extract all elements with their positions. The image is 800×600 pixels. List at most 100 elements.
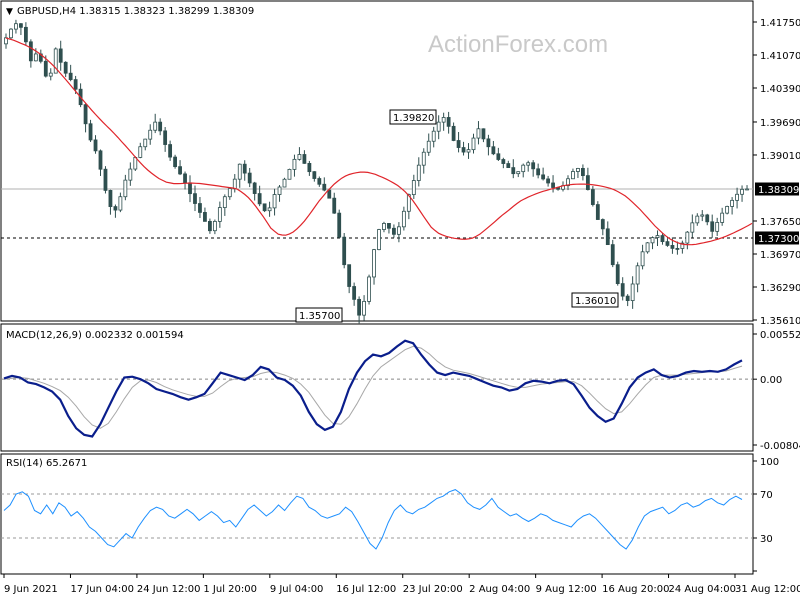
candle-body <box>411 180 416 196</box>
level-tag: 1.37300 <box>755 231 799 245</box>
candle-body <box>14 23 18 30</box>
candle-body <box>242 163 247 174</box>
annotation-low-1-label: 1.35700 <box>299 311 340 322</box>
candle-body <box>735 193 739 201</box>
x-tick-label: 2 Aug 04:00 <box>469 584 530 595</box>
candle-body <box>103 168 108 191</box>
time-x-axis: 9 Jun 2021 17 Jun 04:00 24 Jun 12:00 1 Jul … <box>3 574 800 595</box>
annotation-low-2-label: 1.36010 <box>575 296 616 307</box>
candle-body <box>173 156 177 168</box>
candle-body <box>257 193 262 205</box>
candle-body <box>123 179 128 198</box>
candle-body <box>585 175 590 191</box>
candle-body <box>337 212 342 238</box>
annotation-high-label: 1.39820 <box>393 113 434 124</box>
macd-panel-title: MACD(12,26,9) 0.002332 0.001594 <box>6 330 184 341</box>
x-tick-label: 16 Jul 12:00 <box>336 584 396 595</box>
price-panel-title: GBPUSD,H4 1.38315 1.38323 1.38299 1.3830… <box>17 6 254 17</box>
candle-body <box>551 182 555 188</box>
candle-body <box>476 128 481 139</box>
candle-body <box>128 168 133 181</box>
candle-body <box>436 121 441 132</box>
candle-body <box>357 298 362 316</box>
price-y-axis: 1.41750 1.41070 1.40390 1.39690 1.39010 1.376… <box>753 18 800 327</box>
x-tick-label: 9 Jun 2021 <box>4 584 58 595</box>
candle-body <box>168 144 173 158</box>
rsi-tick-label: 100 <box>760 457 779 468</box>
current-price-tag: 1.38309 <box>755 182 799 196</box>
candle-body <box>635 265 640 285</box>
annotation-low-1: 1.35700 <box>295 307 343 323</box>
candle-body <box>312 171 317 179</box>
candle-body <box>571 171 575 180</box>
x-tick-label: 23 Jul 20:00 <box>403 584 463 595</box>
x-tick-label: 31 Aug 12:00 <box>735 584 800 595</box>
candle-body <box>63 61 68 74</box>
candle-body <box>178 166 182 175</box>
candle-body <box>387 223 391 229</box>
candle-body <box>362 300 366 316</box>
candle-body <box>203 212 207 222</box>
chart-root: ActionForex.com ▼ GBPUSD,H4 1.38315 1.38… <box>0 0 800 595</box>
candle-body <box>302 154 307 164</box>
candle-body <box>252 182 257 194</box>
candle-body <box>401 210 406 228</box>
candle-body <box>715 222 720 232</box>
candle-body <box>88 123 93 141</box>
candle-body <box>595 204 600 220</box>
candle-body <box>605 228 610 246</box>
candle-body <box>272 194 277 209</box>
candle-body <box>23 26 28 43</box>
candle-body <box>690 222 695 233</box>
candle-body <box>526 162 531 166</box>
candle-body <box>461 147 466 153</box>
watermark-text: ActionForex.com <box>428 31 608 58</box>
x-tick-label: 9 Aug 12:00 <box>536 584 597 595</box>
candle-body <box>536 168 541 176</box>
level-tag-label: 1.37300 <box>758 234 799 245</box>
rsi-tick-label: 70 <box>760 490 773 501</box>
candle-body <box>456 140 461 148</box>
macd-tick-label: -0.00804 <box>760 441 800 452</box>
candle-body <box>183 173 187 184</box>
candle-body <box>372 249 376 278</box>
price-tick-label: 1.37650 <box>760 217 800 228</box>
candle-body <box>705 214 710 223</box>
macd-y-axis: 0.00552 0.00 -0.00804 <box>753 330 800 452</box>
candle-body <box>93 139 98 152</box>
rsi-tick-label: 30 <box>760 534 773 545</box>
candle-body <box>342 236 347 266</box>
candle-body <box>581 168 585 177</box>
candle-body <box>645 242 650 253</box>
candle-body <box>665 241 670 246</box>
candle-body <box>466 149 471 153</box>
candle-body <box>9 28 13 39</box>
candle-body <box>277 186 282 195</box>
candle-body <box>292 158 297 170</box>
candle-body <box>118 196 123 211</box>
candle-body <box>426 140 431 153</box>
candle-body <box>208 220 212 232</box>
candle-body <box>590 189 595 205</box>
title-dropdown-icon[interactable]: ▼ <box>6 7 13 17</box>
candle-body <box>576 168 580 172</box>
candle-body <box>730 199 735 207</box>
candle-body <box>48 72 53 77</box>
candle-body <box>307 162 312 173</box>
candle-body <box>451 125 456 141</box>
candle-body <box>491 146 496 155</box>
price-tick-label: 1.41750 <box>760 18 800 29</box>
candle-body <box>685 231 690 244</box>
candle-body <box>212 220 217 232</box>
price-tick-label: 1.41070 <box>760 51 800 62</box>
candle-body <box>516 171 521 175</box>
candle-body <box>148 129 153 140</box>
candle-body <box>237 163 242 180</box>
x-tick-label: 24 Jun 12:00 <box>137 584 201 595</box>
candle-body <box>232 178 237 190</box>
candle-body <box>317 178 322 185</box>
candle-body <box>625 295 630 301</box>
candle-body <box>28 41 33 62</box>
candle-body <box>188 182 192 195</box>
candle-body <box>58 48 63 63</box>
